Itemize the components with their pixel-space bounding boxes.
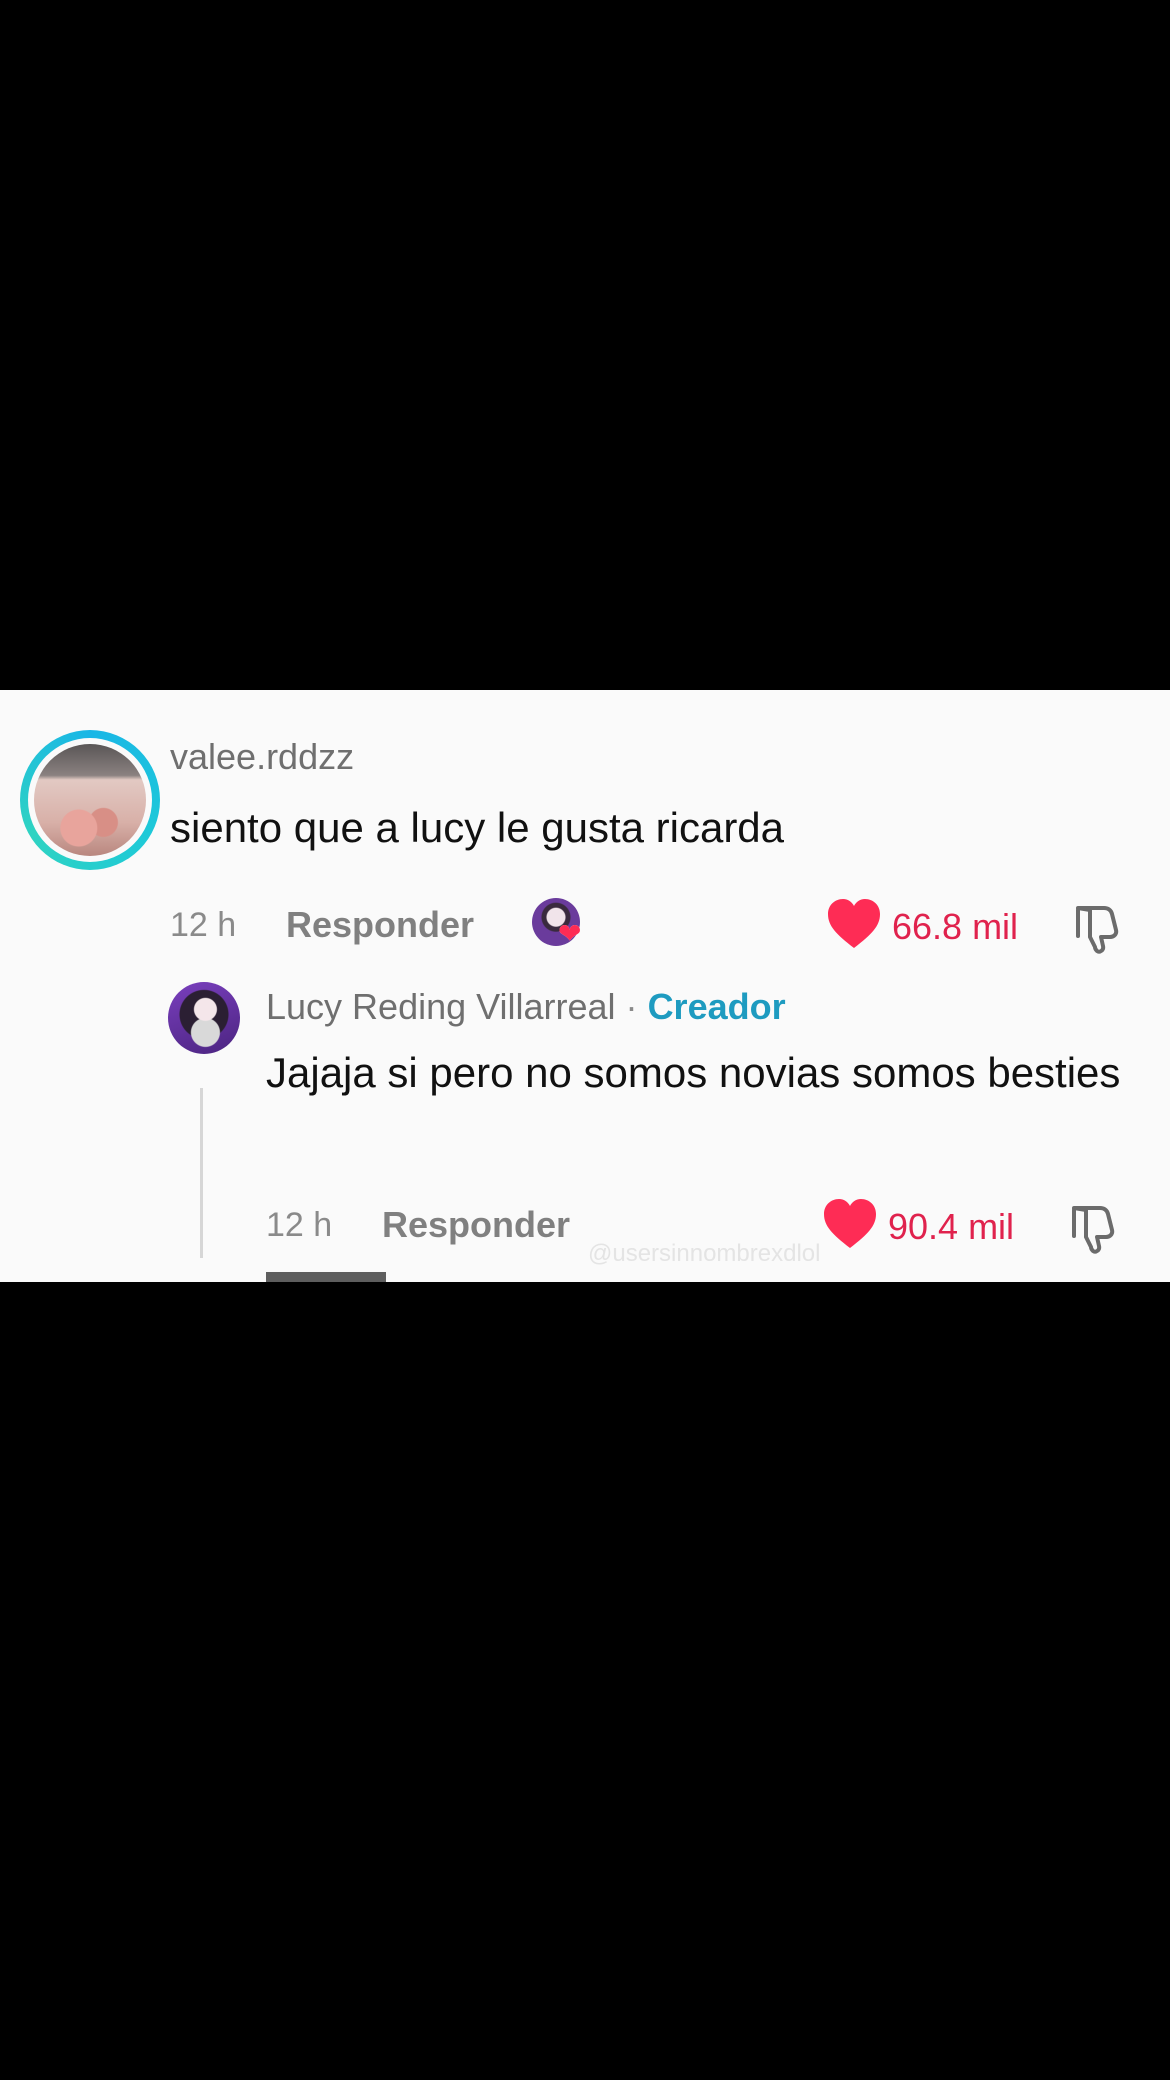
reply-text: Jajaja si pero no somos novias somos bes…	[266, 1049, 1121, 1096]
reply-author-line: Lucy Reding Villarreal · Creador	[266, 986, 786, 1028]
thumbs-down-icon[interactable]	[1066, 1200, 1120, 1254]
cut-off-view-replies-text	[266, 1272, 386, 1282]
reply-time: 12 h	[266, 1206, 333, 1244]
comment-like-count: 66.8 mil	[892, 906, 1019, 947]
screen: valee.rddzz siento que a lucy le gusta r…	[0, 0, 1170, 2080]
reply-reply-button[interactable]: Responder	[382, 1204, 570, 1246]
creator-liked-heart-icon: ❤	[558, 918, 582, 949]
comment-panel: valee.rddzz siento que a lucy le gusta r…	[0, 690, 1170, 1282]
reply-author-name[interactable]: Lucy Reding Villarreal	[266, 986, 616, 1027]
comment-meta-row: 12 h Responder ❤ 66.8 mil	[170, 898, 1130, 958]
commenter-avatar[interactable]	[20, 730, 160, 870]
reply-author-avatar[interactable]	[168, 982, 240, 1054]
creator-badge: Creador	[647, 986, 786, 1027]
comment-text: siento que a lucy le gusta ricarda	[170, 804, 785, 851]
creator-liked-badge: ❤	[532, 898, 584, 950]
avatar-photo	[34, 744, 146, 856]
thumbs-down-icon[interactable]	[1070, 900, 1124, 954]
heart-icon	[824, 1199, 876, 1248]
heart-icon	[828, 899, 880, 948]
reply-author-separator: ·	[625, 986, 638, 1027]
reply-like-count: 90.4 mil	[888, 1206, 1015, 1247]
comment-reply-button[interactable]: Responder	[286, 904, 474, 946]
watermark: @usersinnombrexdlol	[588, 1240, 821, 1267]
comment-username[interactable]: valee.rddzz	[170, 736, 354, 778]
comment-time: 12 h	[170, 906, 237, 944]
reply-thread-line	[200, 1088, 203, 1258]
